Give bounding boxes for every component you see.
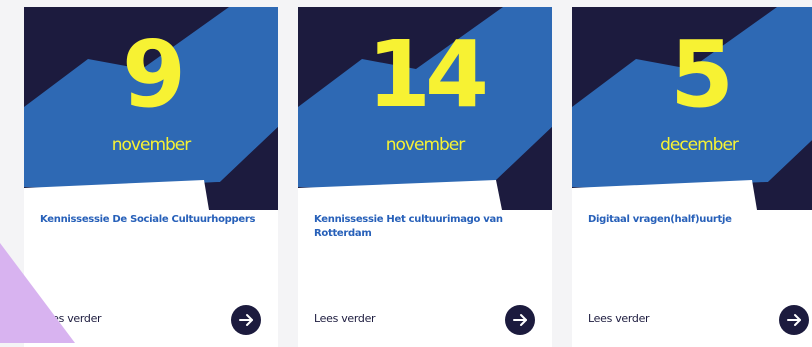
arrow-right-icon [513,314,527,326]
read-more-link[interactable]: Lees verder [314,312,376,326]
event-card-hero: 9 november [24,7,278,210]
read-more-link[interactable]: Lees verder [40,312,102,326]
event-day: 14 [366,21,489,128]
event-card-hero: 5 december [572,7,812,210]
event-title[interactable]: Digitaal vragen(half)uurtje [588,213,810,227]
event-card-1[interactable]: 9 november Kennissessie De Sociale Cultu… [24,7,278,347]
event-card-3[interactable]: 5 december Digitaal vragen(half)uurtje L… [572,7,812,347]
event-title[interactable]: Kennissessie Het cultuurimago van Rotter… [314,213,536,241]
arrow-right-icon [787,314,801,326]
arrow-right-icon [239,314,253,326]
read-more-button[interactable] [231,305,261,335]
event-card-hero: 14 november [298,7,552,210]
read-more-button[interactable] [779,305,809,335]
event-title[interactable]: Kennissessie De Sociale Cultuurhoppers [40,213,262,227]
read-more-link[interactable]: Lees verder [588,312,650,326]
event-day: 9 [121,21,186,128]
event-month: december [660,135,739,155]
event-card-2[interactable]: 14 november Kennissessie Het cultuurimag… [298,7,552,347]
event-month: november [111,135,192,155]
read-more-button[interactable] [505,305,535,335]
event-month: november [385,135,466,155]
event-day: 5 [669,21,734,128]
